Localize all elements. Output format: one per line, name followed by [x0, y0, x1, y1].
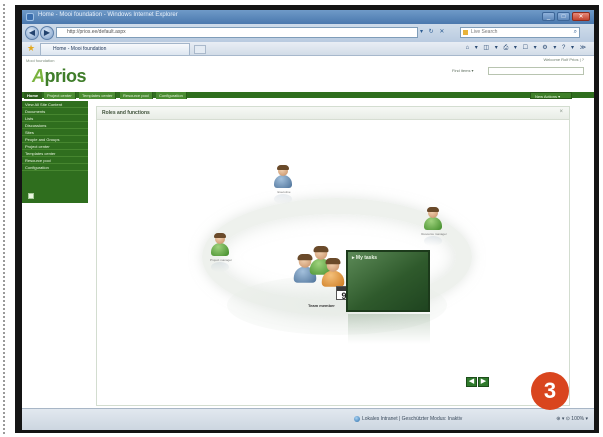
user-welcome[interactable]: Welcome Rolf Prios | ?	[543, 57, 584, 62]
project-manager-reflection	[211, 262, 229, 272]
site-search: Find items ▾	[452, 67, 588, 76]
nav-item-templates-center[interactable]: Templates center	[22, 150, 88, 157]
panel-header: Roles and functions ×	[97, 107, 569, 120]
intranet-globe-icon	[354, 416, 360, 422]
back-icon[interactable]: ◀	[25, 26, 39, 40]
left-navigation: View All Site Content Documents Lists Di…	[22, 101, 88, 203]
command-bar-icons[interactable]: ⌂ ▾ ◫ ▾ ⎙ ▾ ☐ ▾ ⚙ ▾ ? ▾ ≫	[465, 44, 588, 52]
nav-item-discussions[interactable]: Discussions	[22, 122, 88, 129]
next-arrow-icon[interactable]: ▶	[478, 377, 489, 387]
magazine-frame: Home - Mooi foundation - Windows Interne…	[0, 0, 603, 437]
search-scope-dropdown[interactable]: Find items ▾	[452, 68, 474, 73]
minimize-button[interactable]: _	[542, 12, 555, 21]
nav-item-resource-pool[interactable]: Resource pool	[22, 157, 88, 164]
forward-icon[interactable]: ▶	[40, 26, 54, 40]
ie-icon	[26, 13, 34, 21]
search-icon[interactable]: ⌕	[574, 28, 577, 37]
live-search-placeholder: Live Search	[471, 29, 498, 35]
window-controls: _ □ ✕	[542, 12, 590, 21]
refresh-stop-icons[interactable]: ▾ ↻ ✕	[420, 28, 446, 35]
favorites-bar: ★ Home - Mooi foundation ⌂ ▾ ◫ ▾ ⎙ ▾ ☐ ▾…	[22, 42, 594, 56]
favorites-star-icon[interactable]: ★	[27, 44, 35, 53]
nav-item-lists[interactable]: Lists	[22, 115, 88, 122]
panel-close-icon[interactable]: ×	[559, 109, 563, 115]
tab-templates-center[interactable]: Templates center	[79, 92, 117, 99]
my-tasks-title[interactable]: ▸ My tasks	[352, 255, 377, 261]
executive-reflection	[274, 194, 292, 204]
live-search-input[interactable]: Live Search ⌕	[460, 27, 580, 38]
step-number-badge: 3	[531, 372, 569, 410]
close-button[interactable]: ✕	[572, 12, 590, 21]
project-manager-role-icon[interactable]: Project manager	[210, 233, 232, 262]
url-input[interactable]: http://prios.ee/default.aspx	[56, 27, 418, 38]
team-member-label[interactable]: Team member	[308, 303, 335, 308]
my-tasks-panel[interactable]: ▸ My tasks	[346, 250, 430, 312]
zoom-control[interactable]: ⊕ ▾ ⊙ 100% ▾	[556, 416, 588, 422]
tab-configuration[interactable]: Configuration	[156, 92, 187, 99]
window-title: Home - Mooi foundation - Windows Interne…	[38, 12, 178, 18]
tab-home[interactable]: Home	[24, 92, 43, 99]
nav-item-view-all[interactable]: View All Site Content	[22, 101, 88, 108]
nav-item-project-center[interactable]: Project center	[22, 143, 88, 150]
dotted-margin-line	[3, 4, 5, 434]
browser-window: Home - Mooi foundation - Windows Interne…	[22, 10, 594, 430]
title-bar[interactable]: Home - Mooi foundation - Windows Interne…	[22, 10, 594, 24]
recycle-bin-icon[interactable]	[28, 193, 34, 199]
address-bar: ◀ ▶ http://prios.ee/default.aspx ▾ ↻ ✕ L…	[22, 24, 594, 42]
browser-tab[interactable]: Home - Mooi foundation	[40, 43, 190, 55]
my-tasks-reflection	[348, 314, 430, 344]
nav-item-sites[interactable]: Sites	[22, 129, 88, 136]
new-tab-button[interactable]	[194, 45, 206, 54]
tab-resource-pool[interactable]: Resource pool	[120, 92, 153, 99]
nav-item-documents[interactable]: Documents	[22, 108, 88, 115]
logo-letter: A	[32, 66, 45, 86]
status-bar: Lokales Intranet | Geschützter Modus: In…	[22, 408, 594, 430]
resource-manager-reflection	[424, 236, 442, 246]
executive-role-icon[interactable]: Executive	[274, 165, 292, 194]
live-search-icon	[463, 30, 468, 35]
site-search-input[interactable]	[488, 67, 584, 75]
breadcrumb[interactable]: Mooi foundation	[26, 58, 54, 63]
nav-item-people-groups[interactable]: People and Groups	[22, 136, 88, 143]
nav-arrows: ◀ ▶	[466, 377, 489, 387]
logo-text: prios	[44, 66, 87, 86]
panel-title: Roles and functions	[102, 110, 150, 116]
previous-arrow-icon[interactable]: ◀	[466, 377, 477, 387]
nav-item-configuration[interactable]: Configuration	[22, 164, 88, 171]
resource-manager-role-icon[interactable]: Resource manager	[421, 207, 447, 236]
team-member-icon-3[interactable]	[321, 258, 345, 287]
aprios-logo: Aprios	[32, 66, 87, 87]
security-zone-text: Lokales Intranet | Geschützter Modus: In…	[362, 416, 463, 422]
tab-project-center[interactable]: Project center	[44, 92, 76, 99]
maximize-button[interactable]: □	[557, 12, 570, 21]
new-actions-button[interactable]: New Actions ▾	[530, 92, 572, 99]
